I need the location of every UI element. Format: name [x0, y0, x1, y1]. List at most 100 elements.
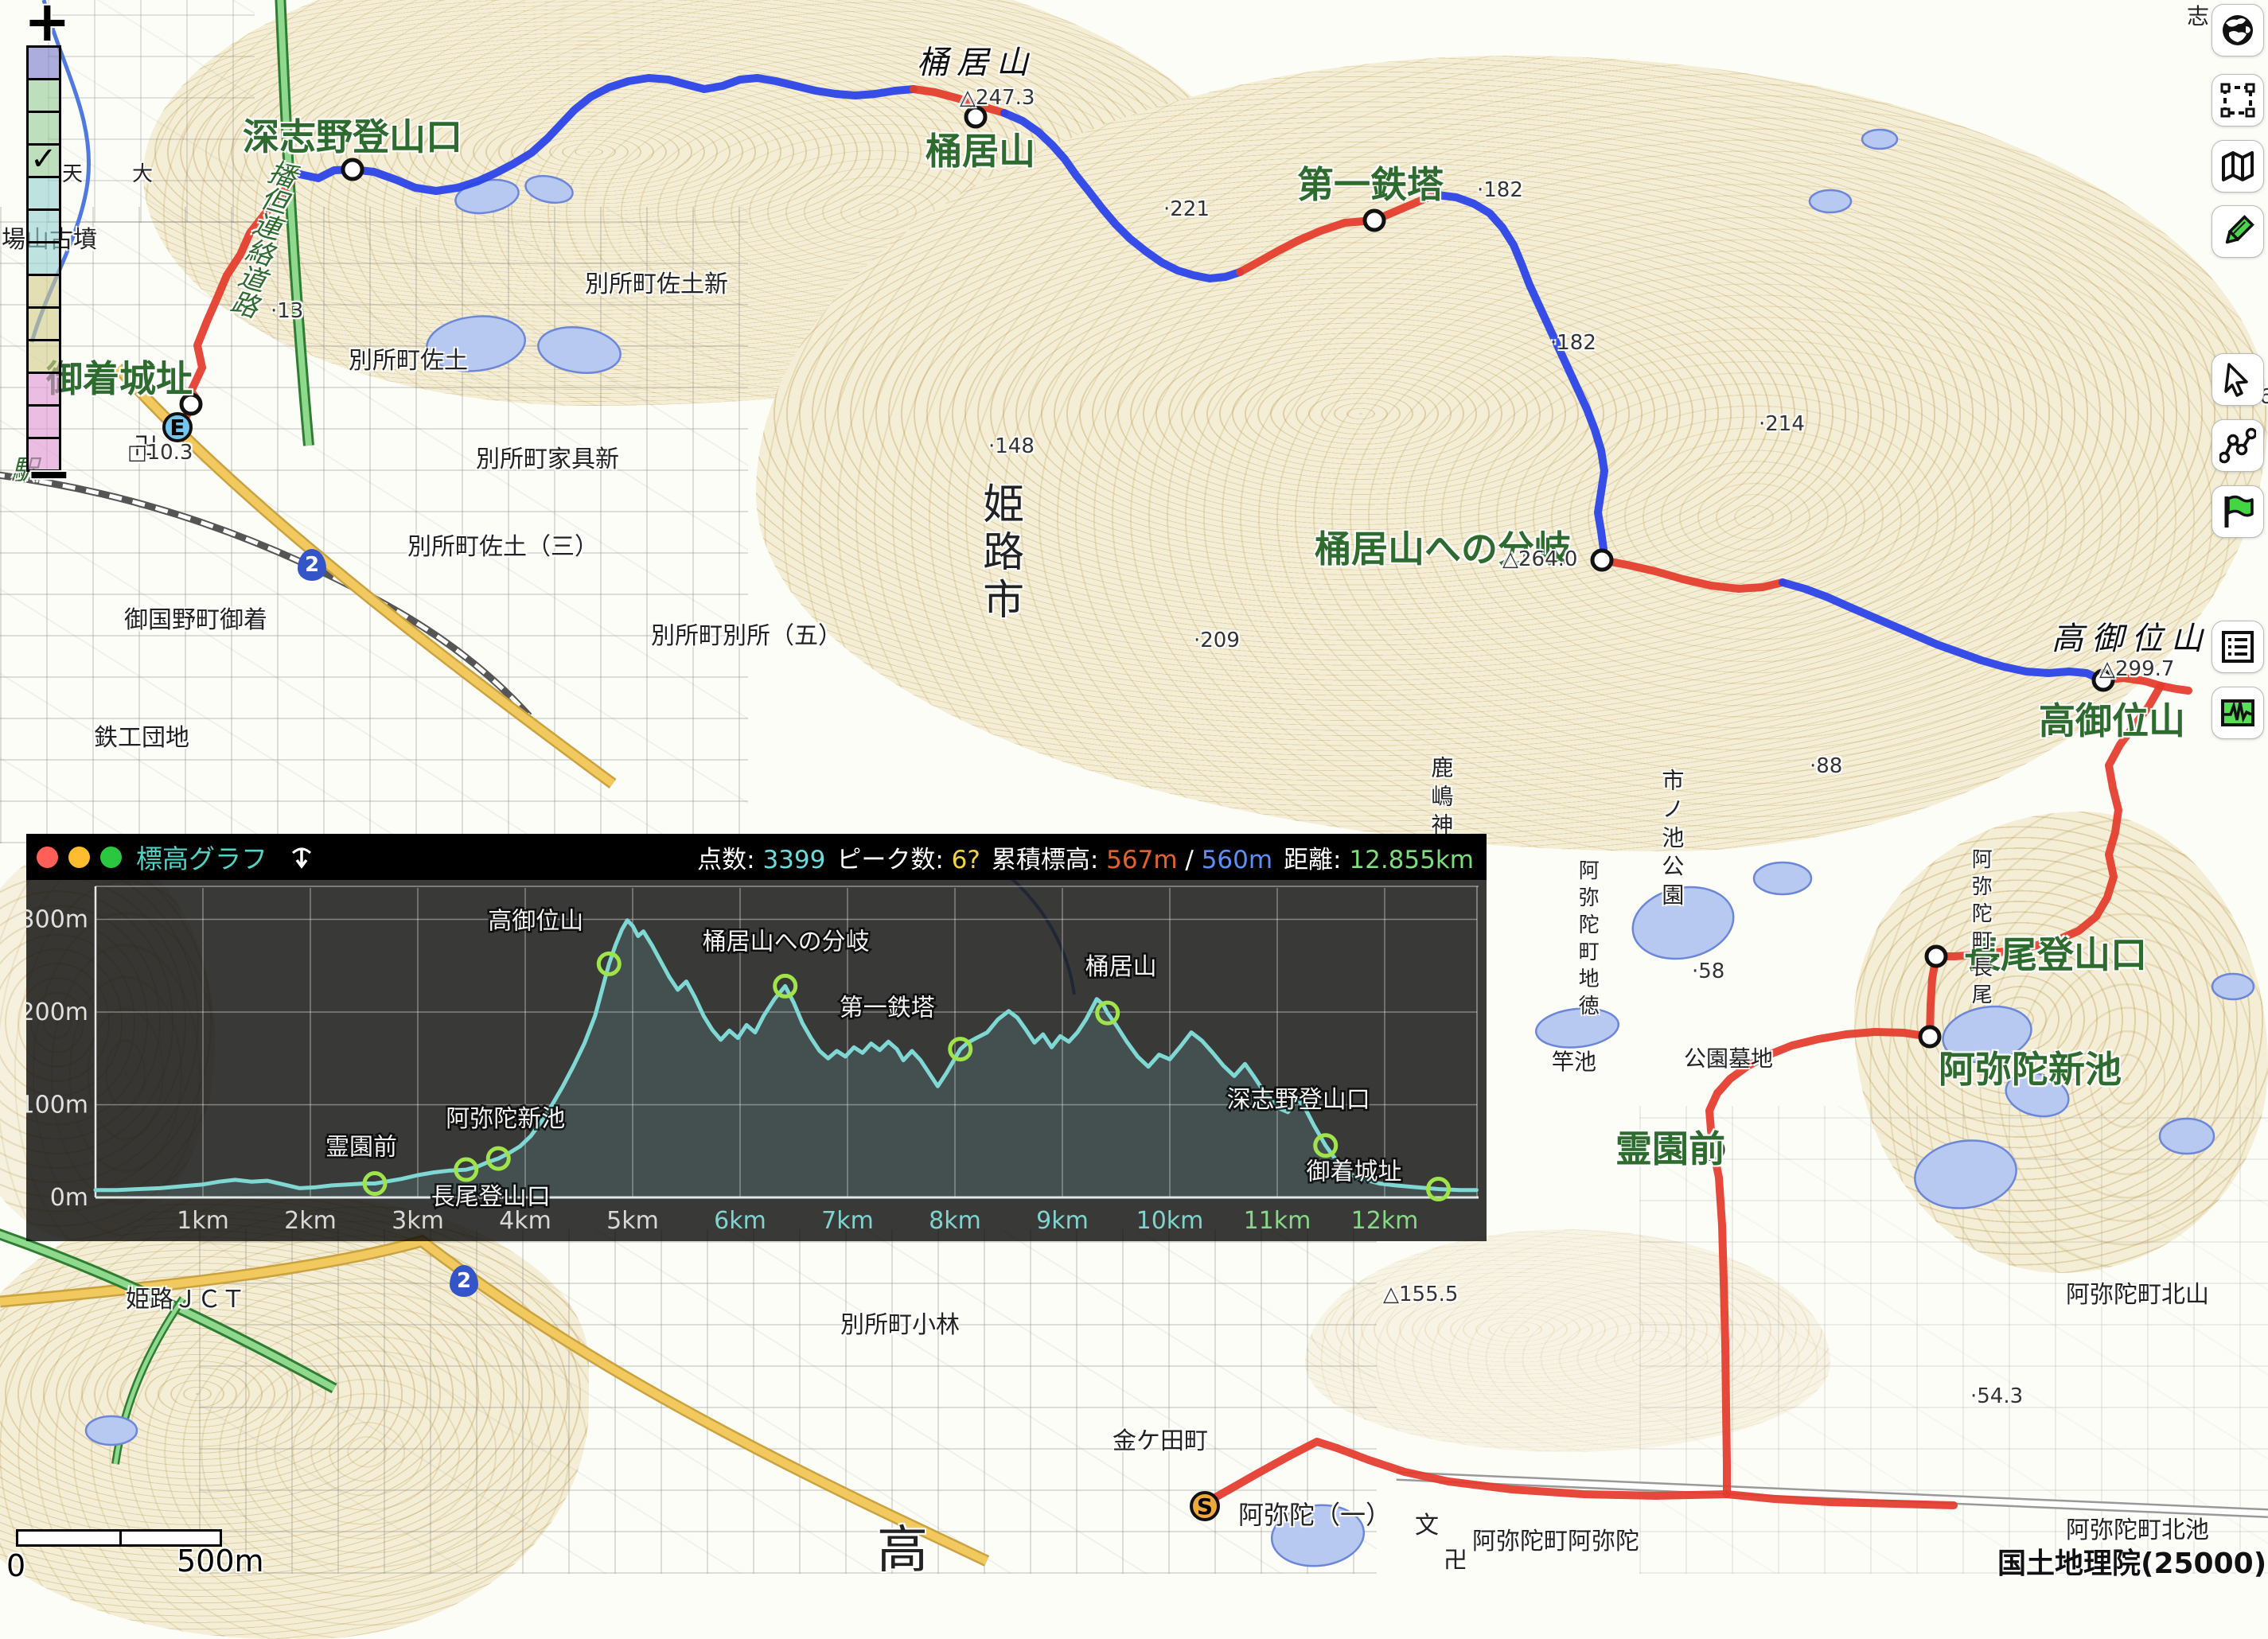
- chart-waypoint-label: 長尾登山口: [431, 1183, 551, 1211]
- waypoint-marker[interactable]: [1920, 1027, 1939, 1046]
- elevation-chart[interactable]: 0m100m200m300m1km2km3km4km5km6km7km8km9k…: [26, 880, 1487, 1241]
- end-marker[interactable]: E: [164, 414, 191, 441]
- map-label: □10.3: [127, 442, 193, 464]
- track-nodes-button[interactable]: [2212, 420, 2263, 471]
- zoom-level-cell[interactable]: [26, 241, 61, 276]
- map-label: ·182: [1477, 180, 1523, 201]
- globe-button[interactable]: [2212, 5, 2263, 56]
- close-icon[interactable]: [37, 847, 58, 868]
- map-label: 別所町佐土（三）: [407, 535, 598, 560]
- map-label: 鉄工団地: [94, 726, 189, 751]
- svg-text:E: E: [170, 415, 185, 441]
- zoom-level-cell[interactable]: [26, 176, 61, 211]
- cursor-icon: [2219, 361, 2256, 398]
- stat-item: ピーク数: 6?: [836, 839, 980, 875]
- zoom-level-strip[interactable]: ✓: [26, 48, 57, 472]
- scale-max-label: 500m: [177, 1544, 264, 1579]
- map-label: 卍: [1444, 1548, 1467, 1574]
- chart-waypoint-label: 桶居山: [1085, 953, 1157, 981]
- route-segment-red[interactable]: [1205, 1442, 1954, 1506]
- zoom-level-cell[interactable]: [26, 306, 61, 341]
- map-label: 大: [132, 164, 153, 185]
- route-segment-blue[interactable]: [1004, 113, 1240, 278]
- map-label: 阿弥陀町北山: [2066, 1283, 2209, 1308]
- draw-button[interactable]: [2212, 206, 2263, 257]
- waypoint-marker[interactable]: [966, 107, 985, 127]
- waypoint-marker[interactable]: [343, 160, 362, 179]
- zoom-out-button[interactable]: −: [25, 446, 72, 501]
- start-marker[interactable]: S: [1191, 1493, 1218, 1520]
- zoom-level-cell[interactable]: [26, 372, 61, 407]
- svg-text:12km: 12km: [1351, 1207, 1419, 1235]
- chart-waypoint-label: 第一鉄塔: [840, 995, 935, 1022]
- route-segment-red[interactable]: [1713, 1150, 1727, 1494]
- elevation-panel[interactable]: 標高グラフ 点数: 3399ピーク数: 6?累積標高: 567m / 560m距…: [26, 834, 1487, 1241]
- map-label: 公園墓地: [1684, 1047, 1773, 1070]
- map-label: 別所町家具新: [476, 447, 619, 473]
- svg-text:7km: 7km: [821, 1207, 874, 1235]
- cursor-button[interactable]: [2212, 354, 2263, 405]
- waypoint-label: 第一鉄塔: [1297, 165, 1444, 204]
- minimize-icon[interactable]: [68, 847, 90, 868]
- map-label: △299.7: [2099, 659, 2174, 680]
- waypoint-marker[interactable]: [1592, 551, 1611, 570]
- svg-text:1km: 1km: [177, 1207, 229, 1235]
- map-label: ·182: [1550, 333, 1596, 354]
- map-label: 姫路市: [977, 482, 1021, 625]
- waypoint-marker[interactable]: [1365, 211, 1384, 230]
- svg-text:4km: 4km: [499, 1207, 551, 1235]
- zoom-level-cell[interactable]: [26, 208, 61, 243]
- route-segment-red[interactable]: [1240, 195, 1437, 272]
- map-label: 阿弥陀（一）: [1238, 1502, 1391, 1529]
- svg-text:300m: 300m: [26, 906, 88, 934]
- select-area-icon: [2219, 82, 2256, 119]
- map-label: 阿弥陀町長尾: [1969, 848, 1990, 1010]
- track-nodes-icon: [2219, 427, 2256, 464]
- map-label: ·209: [1194, 630, 1240, 652]
- zoom-level-cell[interactable]: ✓: [26, 143, 61, 178]
- elevation-graph-icon: [2219, 695, 2256, 731]
- stat-item: 点数: 3399: [697, 839, 825, 875]
- waypoint-marker[interactable]: [1927, 947, 1946, 966]
- map-label: △247.3: [960, 88, 1035, 109]
- map-label: 別所町佐土: [349, 348, 468, 374]
- zoom-in-button[interactable]: +: [24, 0, 71, 49]
- chart-waypoint-label: 高御位山: [488, 907, 583, 935]
- map-attribution: 国土地理院(25000): [1997, 1540, 2266, 1582]
- chart-waypoint-label: 阿弥陀新池: [446, 1105, 565, 1133]
- pin-icon[interactable]: [288, 843, 315, 870]
- zoom-level-cell[interactable]: [26, 274, 61, 309]
- gps-route-layer[interactable]: SE: [0, 0, 2268, 1574]
- select-area-button[interactable]: [2212, 75, 2263, 126]
- check-icon: ✓: [30, 141, 57, 177]
- svg-text:100m: 100m: [26, 1092, 88, 1119]
- zoom-level-cell[interactable]: [26, 404, 61, 439]
- topo-map[interactable]: SE 御着城址深志野登山口桶居山第一鉄塔桶居山への分岐高御位山長尾登山口阿弥陀新…: [0, 0, 2268, 1574]
- chart-stats: 点数: 3399ピーク数: 6?累積標高: 567m / 560m距離: 12.…: [697, 839, 1474, 875]
- map-label: ·13: [271, 301, 303, 322]
- elevation-graph-button[interactable]: [2212, 687, 2263, 738]
- map-label: 天: [62, 164, 83, 185]
- stat-item: 累積標高: 567m / 560m: [992, 839, 1272, 875]
- maximize-icon[interactable]: [100, 847, 122, 868]
- map-label: △155.5: [1383, 1284, 1458, 1306]
- elevation-panel-header[interactable]: 標高グラフ 点数: 3399ピーク数: 6?累積標高: 567m / 560m距…: [26, 834, 1487, 880]
- waypoint-label: 桶居山: [926, 132, 1035, 170]
- map-label: 御国野町御着: [124, 608, 267, 633]
- zoom-level-cell[interactable]: [26, 78, 61, 113]
- waypoint-label: 阿弥陀新池: [1939, 1050, 2122, 1088]
- svg-text:11km: 11km: [1244, 1207, 1311, 1235]
- map-button[interactable]: [2212, 141, 2263, 192]
- map-label: 竿池: [1552, 1050, 1596, 1073]
- zoom-level-cell[interactable]: [26, 339, 61, 374]
- map-label: 姫路ＪＣＴ: [126, 1287, 245, 1313]
- flag-button[interactable]: [2212, 486, 2263, 537]
- route-segment-blue[interactable]: [1437, 195, 1604, 560]
- route-segment-red[interactable]: [1602, 560, 1783, 589]
- map-label: △264.0: [1502, 549, 1577, 570]
- map-label: 志: [2187, 5, 2209, 28]
- map-label: 阿弥陀町地徳: [1576, 859, 1597, 1022]
- list-button[interactable]: [2212, 621, 2263, 672]
- svg-text:9km: 9km: [1036, 1207, 1089, 1235]
- zoom-level-cell[interactable]: [26, 45, 61, 80]
